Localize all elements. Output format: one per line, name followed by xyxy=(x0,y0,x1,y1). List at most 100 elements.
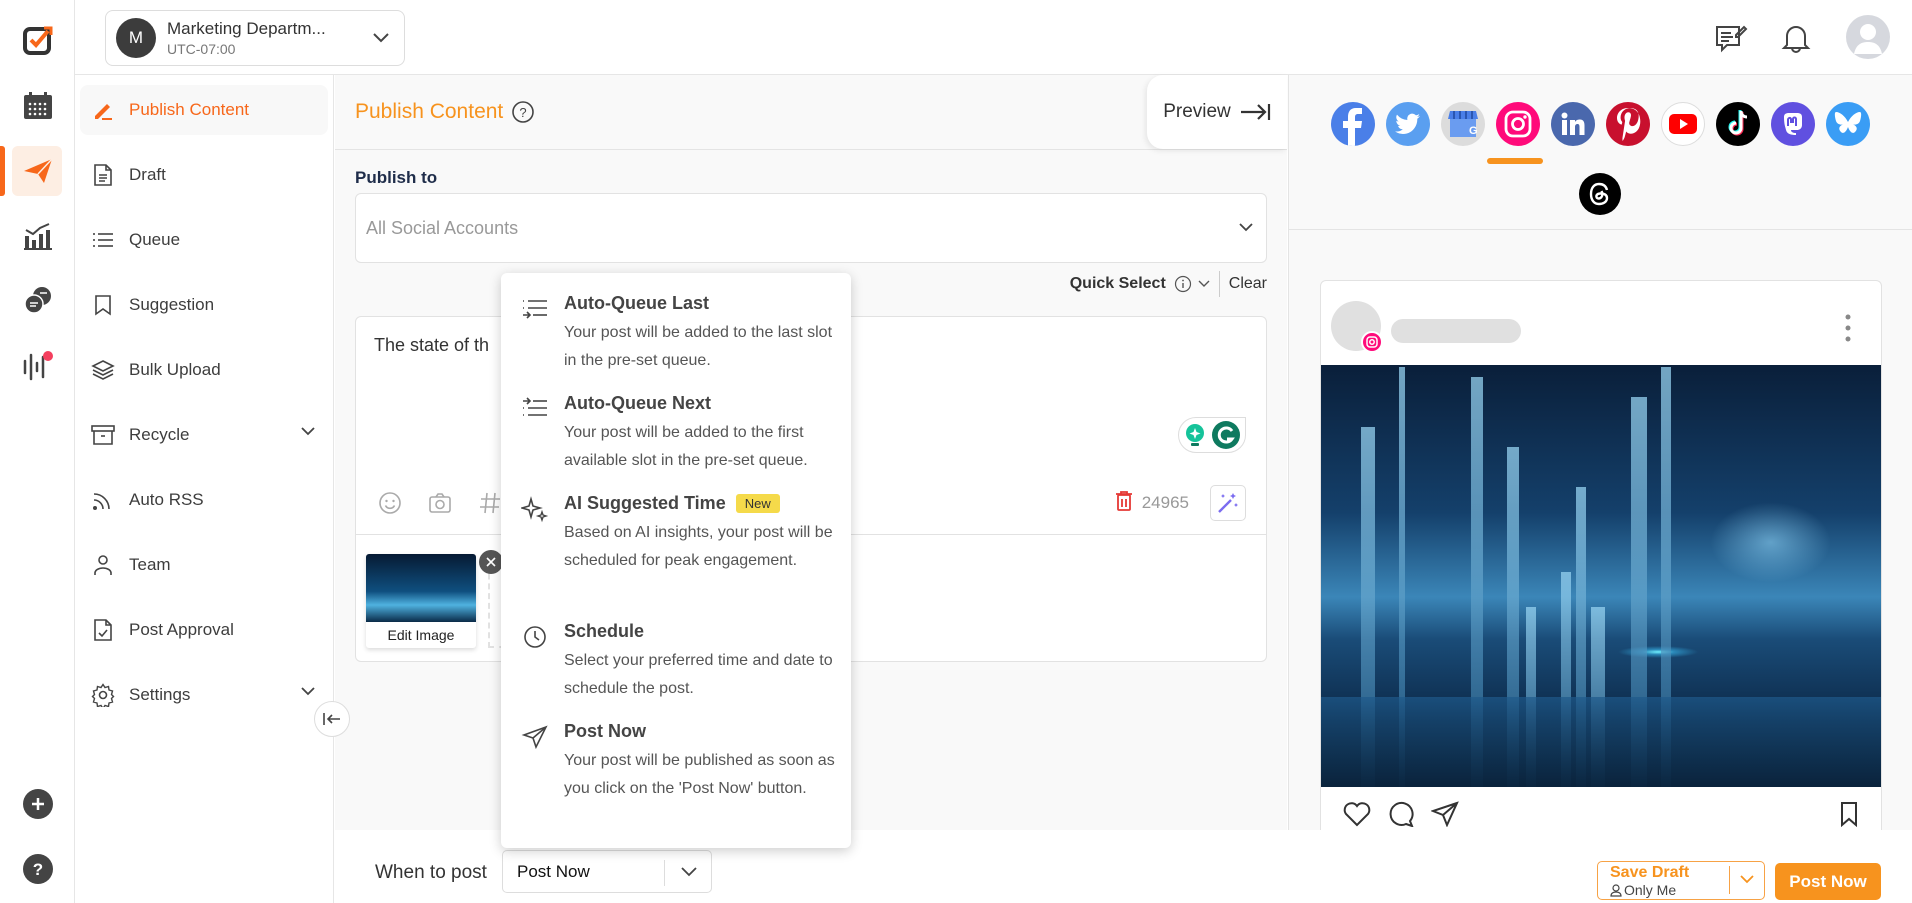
info-icon[interactable] xyxy=(1174,275,1192,293)
bell-icon xyxy=(1781,26,1811,53)
clock-icon xyxy=(524,626,546,648)
edit-image-button[interactable]: Edit Image xyxy=(366,627,476,643)
menu-item-title-text: Auto-Queue Last xyxy=(564,293,710,313)
chevron-down-icon[interactable] xyxy=(1198,280,1210,288)
more-options-button[interactable] xyxy=(1845,313,1851,343)
when-to-post-select[interactable]: Post Now xyxy=(502,850,712,893)
app-logo-icon xyxy=(22,26,52,55)
sidebar-item-publish-content[interactable]: Publish Content xyxy=(80,85,328,135)
linkedin-icon xyxy=(1561,112,1585,135)
social-account-select[interactable]: All Social Accounts xyxy=(355,193,1267,263)
visibility-selector[interactable]: Only Me xyxy=(1610,882,1676,898)
camera-icon xyxy=(429,493,451,513)
compose-header: Publish Content ? Preview xyxy=(335,75,1287,150)
ai-assist-button[interactable] xyxy=(1210,485,1246,521)
sidebar-item-auto-rss[interactable]: Auto RSS xyxy=(80,475,328,525)
post-text-input[interactable]: The state of th xyxy=(374,335,489,356)
hashtag-button[interactable] xyxy=(476,489,504,517)
menu-item-auto-queue-last[interactable]: Auto-Queue Last Your post will be added … xyxy=(501,273,851,369)
rail-help[interactable]: ? xyxy=(0,841,75,897)
org-avatar: M xyxy=(116,18,156,58)
sidebar-item-bulk-upload[interactable]: Bulk Upload xyxy=(80,345,328,395)
chat-bubbles-icon xyxy=(23,287,51,314)
user-icon xyxy=(1610,883,1622,897)
organization-switcher[interactable]: M Marketing Departm... UTC-07:00 xyxy=(105,10,405,66)
send-icon xyxy=(521,725,548,750)
tab-twitter[interactable] xyxy=(1386,102,1430,146)
app-logo[interactable] xyxy=(0,12,75,68)
menu-item-title-text: Schedule xyxy=(564,621,645,641)
tab-youtube[interactable] xyxy=(1661,102,1705,146)
emoji-icon xyxy=(379,492,401,514)
notifications-button[interactable] xyxy=(1776,18,1816,58)
sidebar-item-recycle[interactable]: Recycle xyxy=(80,410,328,460)
svg-text:G: G xyxy=(1469,125,1478,137)
preview-username-placeholder xyxy=(1391,319,1521,343)
emoji-button[interactable] xyxy=(376,489,404,517)
clear-button[interactable]: Clear xyxy=(1229,275,1267,293)
save-draft-button[interactable]: Save Draft Only Me xyxy=(1597,861,1765,900)
menu-item-title-text: AI Suggested Time xyxy=(564,493,726,513)
preview-toggle-button[interactable]: Preview xyxy=(1147,75,1287,149)
sidebar-item-post-approval[interactable]: Post Approval xyxy=(80,605,328,655)
tab-instagram[interactable] xyxy=(1496,102,1540,146)
new-badge: New xyxy=(735,494,780,513)
tab-google-business[interactable]: G xyxy=(1441,102,1485,146)
menu-item-auto-queue-next[interactable]: Auto-Queue Next Your post will be added … xyxy=(501,373,851,469)
quick-select-button[interactable]: Quick Select xyxy=(1070,275,1166,293)
instagram-icon xyxy=(1504,110,1532,138)
comment-icon xyxy=(1389,801,1414,827)
rail-listening[interactable] xyxy=(0,338,75,394)
rail-add[interactable] xyxy=(0,776,75,832)
threads-icon xyxy=(1589,182,1609,206)
sidebar-item-queue[interactable]: Queue xyxy=(80,215,328,265)
chevron-down-icon xyxy=(301,427,315,436)
camera-button[interactable] xyxy=(426,489,454,517)
tab-facebook[interactable] xyxy=(1331,102,1375,146)
chevron-down-icon xyxy=(301,687,315,696)
tab-pinterest[interactable] xyxy=(1606,102,1650,146)
grammarly-widget[interactable] xyxy=(1178,417,1246,453)
publish-to-label: Publish to xyxy=(355,168,438,187)
post-now-button[interactable]: Post Now xyxy=(1775,863,1881,900)
media-thumbnail[interactable]: Edit Image xyxy=(366,554,476,648)
tab-bluesky[interactable] xyxy=(1826,102,1870,146)
tab-tiktok[interactable] xyxy=(1716,102,1760,146)
menu-item-ai-suggested-time[interactable]: AI Suggested Time New Based on AI insight… xyxy=(501,473,851,601)
rail-analytics[interactable] xyxy=(0,208,75,264)
sparkle-icon xyxy=(521,496,549,523)
compose-note-button[interactable] xyxy=(1711,18,1751,58)
collapse-sidebar-button[interactable] xyxy=(314,701,350,737)
tiktok-icon xyxy=(1728,110,1748,136)
delete-button[interactable] xyxy=(1115,490,1133,517)
preview-image xyxy=(1321,365,1881,787)
menu-item-post-now[interactable]: Post Now Your post will be published as … xyxy=(501,701,851,841)
rail-publish[interactable] xyxy=(0,143,75,199)
user-avatar[interactable] xyxy=(1845,14,1891,60)
close-icon xyxy=(486,557,496,567)
chevron-down-icon[interactable] xyxy=(1739,874,1755,884)
tab-threads[interactable] xyxy=(1579,173,1621,215)
remove-media-button[interactable] xyxy=(479,550,503,574)
hashtag-icon xyxy=(480,492,500,514)
tab-mastodon[interactable] xyxy=(1771,102,1815,146)
top-bar: M Marketing Departm... UTC-07:00 xyxy=(75,0,1912,75)
menu-item-title: AI Suggested Time New xyxy=(564,493,780,514)
help-icon[interactable]: ? xyxy=(511,100,535,124)
note-edit-icon xyxy=(1716,25,1748,53)
sidebar-item-suggestion[interactable]: Suggestion xyxy=(80,280,328,330)
pinterest-icon xyxy=(1617,108,1641,141)
document-icon xyxy=(94,164,112,186)
heart-icon xyxy=(1343,802,1371,827)
sidebar-item-draft[interactable]: Draft xyxy=(80,150,328,200)
menu-item-schedule[interactable]: Schedule Select your preferred time and … xyxy=(501,601,851,697)
sidebar-item-team[interactable]: Team xyxy=(80,540,328,590)
rail-calendar[interactable] xyxy=(0,78,75,134)
arrow-right-bar-icon xyxy=(1240,104,1270,120)
character-count: 24965 xyxy=(1141,493,1189,512)
sidebar-item-settings[interactable]: Settings xyxy=(80,670,328,720)
tab-linkedin[interactable] xyxy=(1551,102,1595,146)
rail-inbox[interactable] xyxy=(0,273,75,329)
menu-item-title: Auto-Queue Next xyxy=(564,393,711,414)
gear-icon xyxy=(91,683,115,707)
